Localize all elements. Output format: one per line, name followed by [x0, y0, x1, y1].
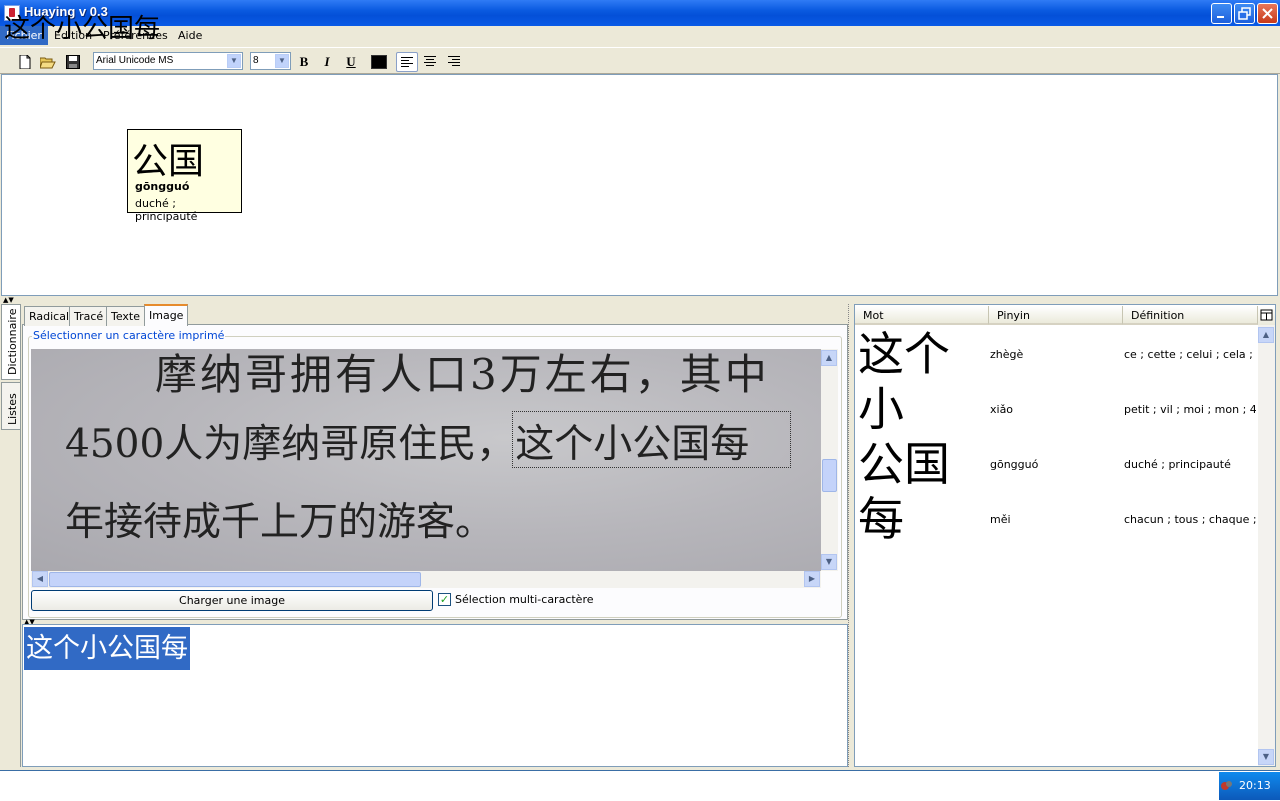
load-image-button[interactable]: Charger une image: [31, 590, 433, 611]
font-family-value: Arial Unicode MS: [96, 55, 174, 66]
multi-select-checkbox[interactable]: ✓: [438, 593, 451, 606]
bold-button[interactable]: B: [295, 53, 313, 71]
menu-aide[interactable]: Aide: [172, 26, 208, 45]
scroll-left-icon[interactable]: ◀: [32, 571, 48, 587]
row-definition[interactable]: chacun ; tous ; chaque ; ...: [1124, 513, 1256, 526]
row-pinyin[interactable]: gōngguó: [990, 458, 1038, 471]
font-size-value: 8: [253, 55, 259, 66]
italic-button[interactable]: I: [318, 53, 336, 71]
restore-icon: [1238, 7, 1251, 20]
row-definition[interactable]: petit ; vil ; moi ; mon ; 42e...: [1124, 403, 1256, 416]
align-left-icon: [401, 57, 413, 67]
new-file-icon: [19, 54, 31, 70]
underline-button[interactable]: U: [342, 53, 360, 71]
row-definition[interactable]: duché ; principauté: [1124, 458, 1256, 471]
row-pinyin[interactable]: xiǎo: [990, 403, 1013, 416]
open-folder-icon: [39, 57, 56, 69]
image-text-line: 摩纳哥拥有人口3万左右，其中: [155, 350, 770, 399]
tab-image[interactable]: Image: [144, 304, 189, 326]
scroll-up-icon[interactable]: ▲: [1258, 327, 1274, 343]
word-tooltip: 公国 gōngguó duché ; principauté: [127, 129, 242, 223]
tooltip-word: 公国: [132, 141, 205, 182]
row-word[interactable]: 这个: [858, 327, 950, 382]
table-columns-icon: [1260, 309, 1273, 321]
clock: 20:13: [1239, 779, 1271, 792]
minimize-button[interactable]: [1211, 3, 1232, 24]
open-button[interactable]: [38, 52, 58, 72]
image-text-line: 年接待成千上万的游客。: [65, 500, 495, 545]
tab-radical[interactable]: Radical: [24, 306, 75, 326]
row-word[interactable]: 公国: [858, 437, 950, 492]
chevron-down-icon: ▼: [275, 54, 289, 68]
divider: [20, 304, 21, 767]
tab-trace[interactable]: Tracé: [69, 306, 109, 326]
toolbar: Arial Unicode MS ▼ 8 ▼ B I U: [0, 47, 1280, 74]
tooltip-definition: duché ; principauté: [135, 197, 198, 223]
side-tab-label: Dictionnaire: [6, 308, 19, 375]
chevron-down-icon: ▼: [227, 54, 241, 68]
vertical-scrollbar[interactable]: ▲ ▼: [821, 349, 838, 571]
column-header-mot[interactable]: Mot: [855, 306, 989, 325]
close-button[interactable]: [1257, 3, 1278, 24]
save-button[interactable]: [63, 52, 83, 72]
multi-select-label: Sélection multi-caractère: [455, 593, 594, 606]
scroll-thumb[interactable]: [822, 459, 837, 492]
row-word[interactable]: 每: [858, 492, 904, 547]
restore-button[interactable]: [1234, 3, 1255, 24]
close-icon: [1262, 8, 1273, 19]
output-selected-text[interactable]: 这个小公国每: [24, 627, 190, 670]
scroll-down-icon[interactable]: ▼: [1258, 749, 1274, 765]
new-file-button[interactable]: [15, 52, 35, 72]
status-bar: [0, 770, 1280, 801]
align-center-icon: [424, 56, 436, 66]
menu-bar: Fichier Edition Préférences Aide: [0, 26, 1280, 45]
scroll-right-icon[interactable]: ▶: [804, 571, 820, 587]
row-pinyin[interactable]: zhègè: [990, 348, 1023, 361]
editor-text[interactable]: 这个小公国每: [4, 8, 160, 45]
column-picker-button[interactable]: [1258, 306, 1275, 325]
tab-texte[interactable]: Texte: [106, 306, 146, 326]
scroll-up-icon[interactable]: ▲: [821, 350, 837, 366]
save-icon: [66, 55, 80, 69]
group-title: Sélectionner un caractère imprimé: [32, 329, 226, 342]
align-right-icon: [448, 56, 460, 66]
font-family-select[interactable]: Arial Unicode MS ▼: [93, 52, 243, 70]
table-scrollbar[interactable]: ▲ ▼: [1258, 325, 1275, 766]
minimize-icon: [1217, 16, 1224, 18]
network-icon[interactable]: [1219, 778, 1235, 794]
row-pinyin[interactable]: měi: [990, 513, 1011, 526]
font-size-select[interactable]: 8 ▼: [250, 52, 291, 70]
side-tab-dictionnaire[interactable]: Dictionnaire: [1, 304, 21, 380]
scroll-thumb[interactable]: [49, 572, 421, 587]
align-left-button[interactable]: [396, 52, 418, 72]
align-right-button[interactable]: [444, 52, 466, 72]
row-word[interactable]: 小: [858, 382, 904, 437]
column-header-definition[interactable]: Définition: [1123, 306, 1258, 325]
tooltip-pinyin: gōngguó: [135, 180, 190, 193]
align-center-button[interactable]: [420, 52, 442, 72]
row-definition[interactable]: ce ; cette ; celui ; cela ; c...: [1124, 348, 1256, 361]
side-tab-label: Listes: [6, 393, 19, 425]
text-color-button[interactable]: [371, 55, 387, 69]
column-header-pinyin[interactable]: Pinyin: [989, 306, 1123, 325]
scroll-down-icon[interactable]: ▼: [821, 554, 837, 570]
side-tab-listes[interactable]: Listes: [1, 382, 21, 430]
horizontal-scrollbar[interactable]: ◀ ▶: [31, 571, 821, 588]
vertical-splitter[interactable]: ▲▼: [3, 296, 14, 304]
title-bar[interactable]: Huaying v 0.3: [0, 0, 1280, 26]
selection-rectangle[interactable]: [512, 411, 791, 468]
